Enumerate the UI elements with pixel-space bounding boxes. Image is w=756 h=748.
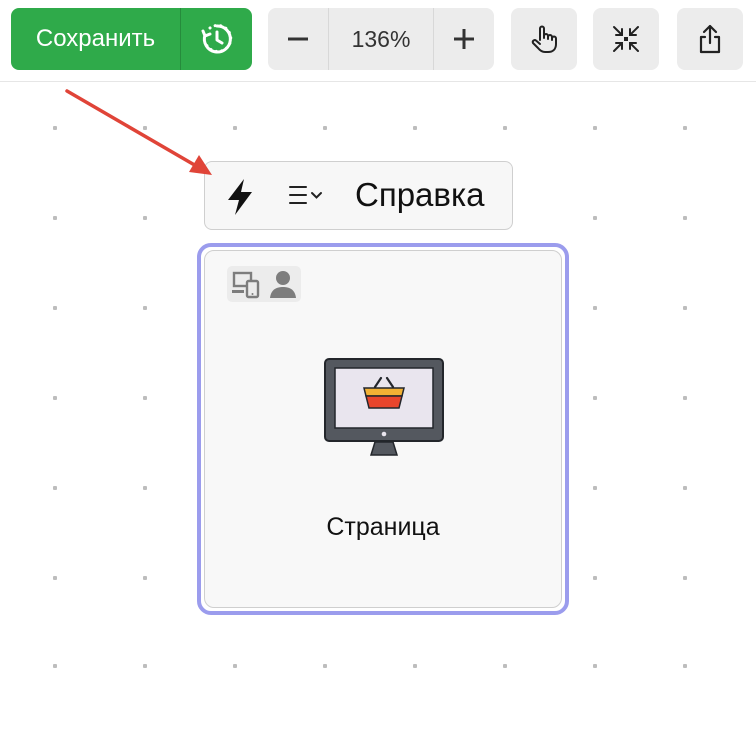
grid-dot [683,486,687,490]
grid-dot [143,576,147,580]
grid-dot [143,216,147,220]
history-icon [201,23,232,54]
zoom-control: 136% [268,8,494,70]
node-label-bar[interactable]: Справка [204,161,513,230]
grid-dot [593,216,597,220]
grid-dot [593,396,597,400]
zoom-in-button[interactable] [434,8,494,70]
grid-dot [53,126,57,130]
history-button[interactable] [181,8,252,70]
grid-dot [503,126,507,130]
plus-icon [454,29,474,49]
monitor-basket-icon [324,358,444,456]
grid-dot [53,396,57,400]
devices-icon [231,271,259,299]
grid-dot [593,306,597,310]
grid-dot [53,486,57,490]
grid-dot [53,306,57,310]
grid-dot [683,576,687,580]
page-node-body: Страница [204,250,562,608]
minus-icon [288,37,308,41]
grid-dot [683,216,687,220]
node-badges [227,266,301,302]
pan-tool-button[interactable] [511,8,577,70]
page-node[interactable]: Страница [197,243,569,615]
grid-dot [593,126,597,130]
grid-dot [413,126,417,130]
hand-pointer-icon [531,25,557,53]
share-button[interactable] [677,8,743,70]
grid-dot [683,396,687,400]
grid-dot [323,126,327,130]
grid-dot [53,664,57,668]
grid-dot [593,664,597,668]
grid-dot [233,126,237,130]
grid-dot [683,306,687,310]
lightning-icon[interactable] [222,177,258,217]
save-button[interactable]: Сохранить [11,8,181,70]
collapse-arrows-icon [613,26,639,52]
grid-dot [53,216,57,220]
grid-dot [143,306,147,310]
node-title: Страница [326,513,440,541]
share-icon [699,24,721,54]
grid-dot [503,664,507,668]
user-icon [269,271,296,298]
grid-dot [413,664,417,668]
list-dropdown-icon[interactable] [289,184,325,206]
zoom-level[interactable]: 136% [328,8,434,70]
save-button-group: Сохранить [11,8,252,70]
grid-dot [143,486,147,490]
grid-dot [593,486,597,490]
zoom-out-button[interactable] [268,8,328,70]
grid-dot [683,126,687,130]
grid-dot [143,126,147,130]
node-label-text[interactable]: Справка [355,176,484,214]
grid-dot [323,664,327,668]
grid-dot [593,576,597,580]
grid-dot [233,664,237,668]
grid-dot [143,396,147,400]
grid-dot [683,664,687,668]
top-toolbar: Сохранить 136% [0,0,756,82]
grid-dot [143,664,147,668]
fit-to-screen-button[interactable] [593,8,659,70]
grid-dot [53,576,57,580]
